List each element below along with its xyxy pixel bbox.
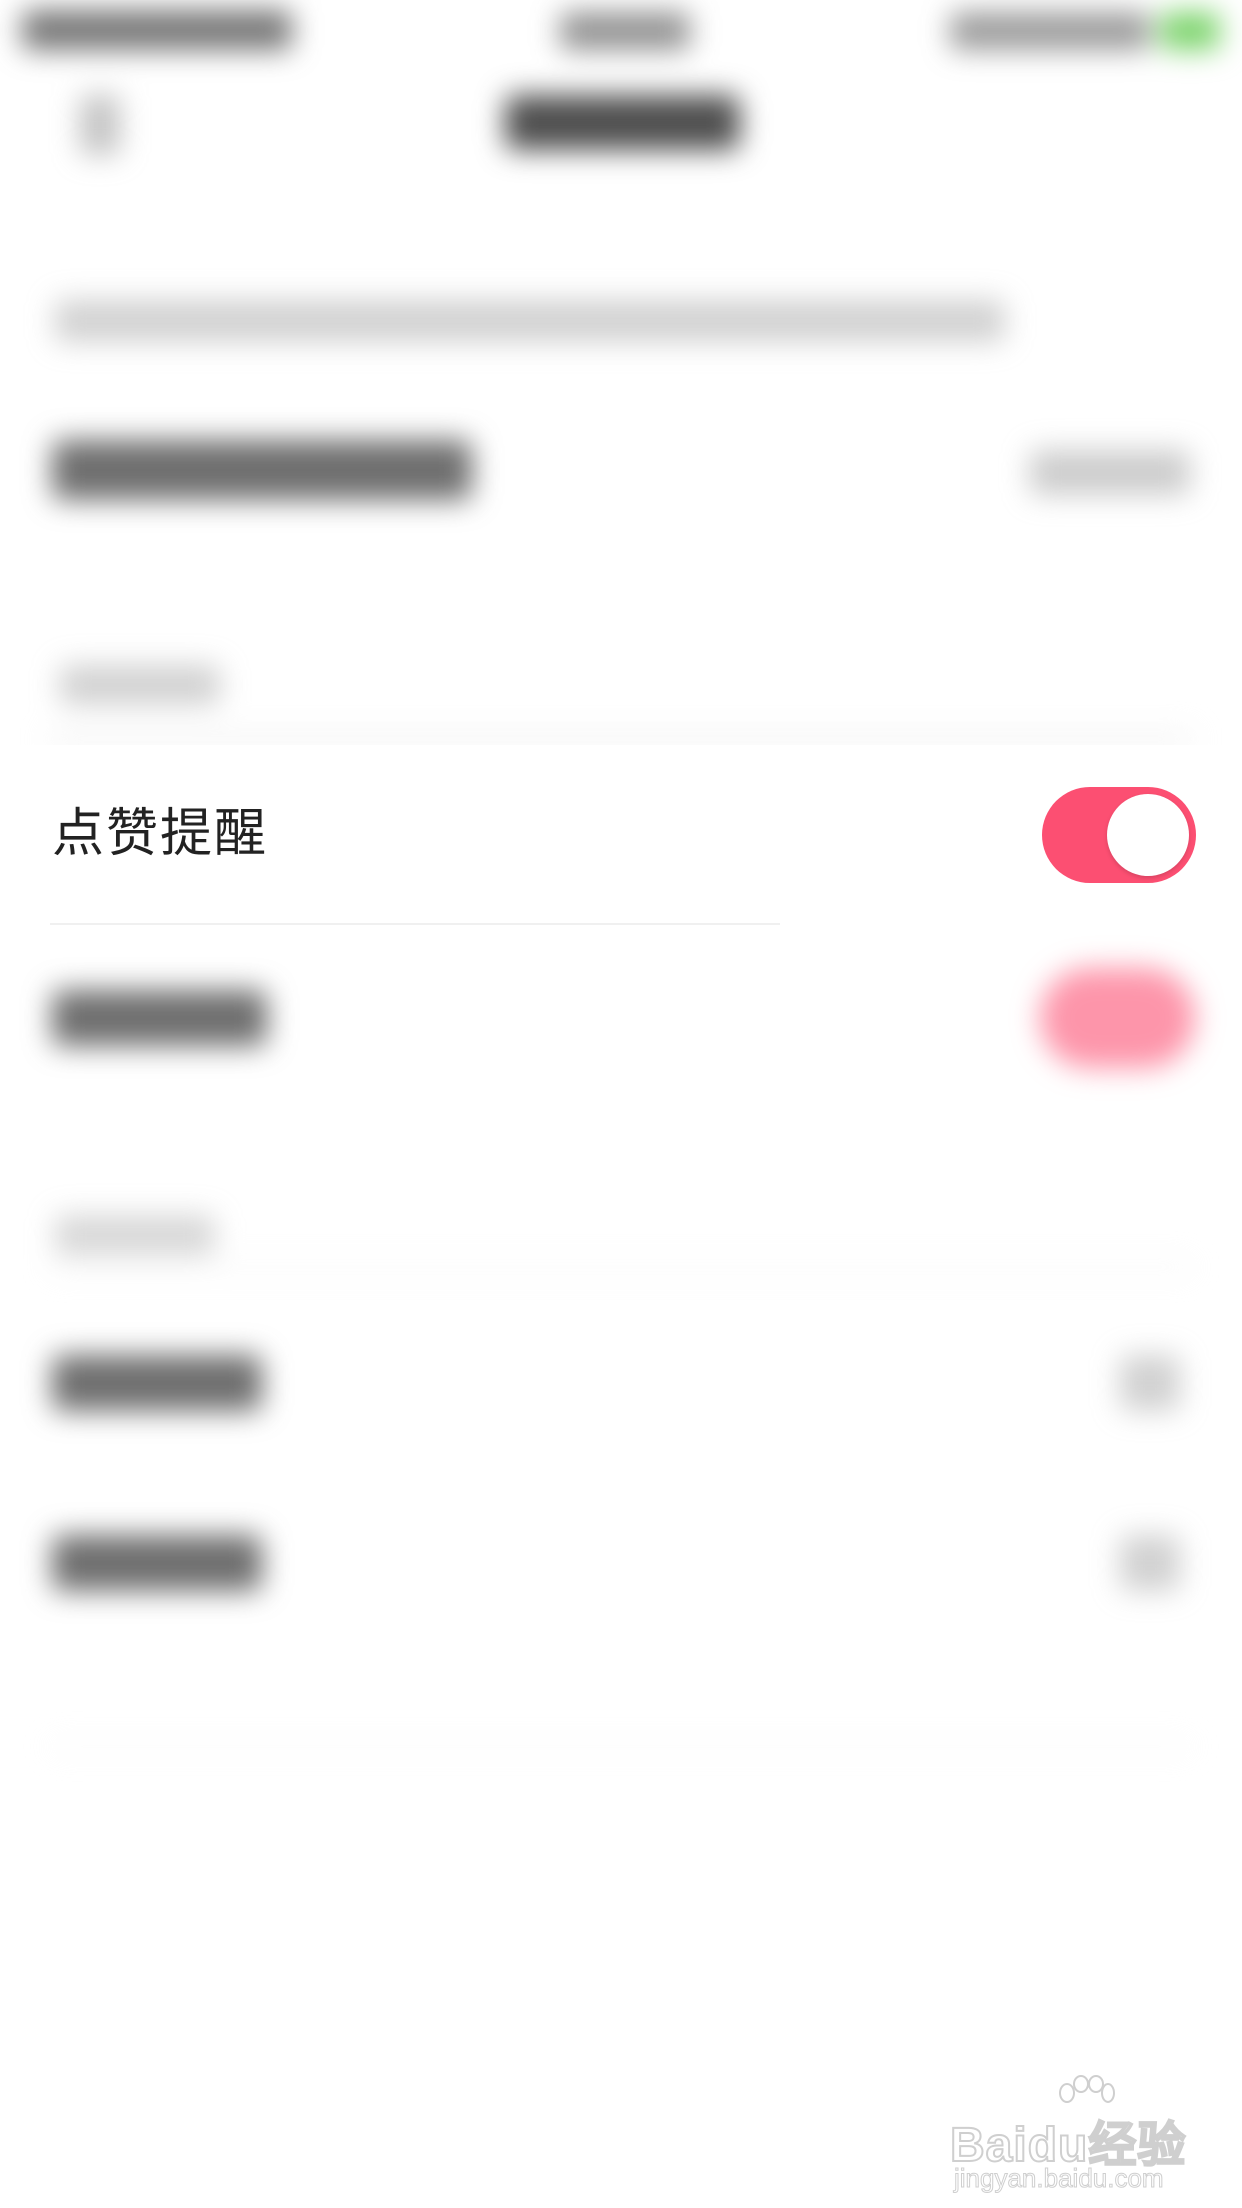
page-title: [505, 95, 740, 150]
section-header: [55, 1215, 215, 1255]
row-divider: [50, 923, 780, 925]
description-text: [55, 300, 1005, 342]
setting-row-label[interactable]: [52, 1355, 262, 1411]
setting-row-label[interactable]: [52, 440, 472, 500]
like-reminder-toggle[interactable]: [1042, 787, 1196, 883]
setting-row-label: [52, 990, 267, 1046]
setting-row-value: [1120, 1535, 1180, 1591]
settings-screen: 点赞提醒 Baidu经验 jingyan.baidu.com: [0, 0, 1242, 2208]
status-carrier: [22, 10, 292, 50]
setting-row-value: [1030, 450, 1190, 495]
toggle-knob: [1107, 794, 1189, 876]
status-time: [560, 12, 690, 50]
watermark-url: jingyan.baidu.com: [954, 2163, 1165, 2194]
like-reminder-row[interactable]: 点赞提醒: [0, 745, 1242, 925]
setting-row-label[interactable]: [52, 1535, 262, 1591]
blurred-background: [0, 0, 1242, 2208]
section-divider: [50, 735, 1192, 743]
section-divider: [50, 1265, 1192, 1269]
setting-toggle[interactable]: [1040, 968, 1195, 1068]
setting-row-value: [1120, 1355, 1180, 1411]
section-header: [60, 665, 220, 705]
back-icon[interactable]: [80, 95, 120, 155]
battery-icon: [1160, 12, 1220, 50]
watermark: Baidu经验 jingyan.baidu.com: [949, 2075, 1190, 2194]
like-reminder-label: 点赞提醒: [52, 804, 269, 864]
status-indicators: [950, 12, 1150, 50]
list-divider: [50, 1745, 1192, 1748]
